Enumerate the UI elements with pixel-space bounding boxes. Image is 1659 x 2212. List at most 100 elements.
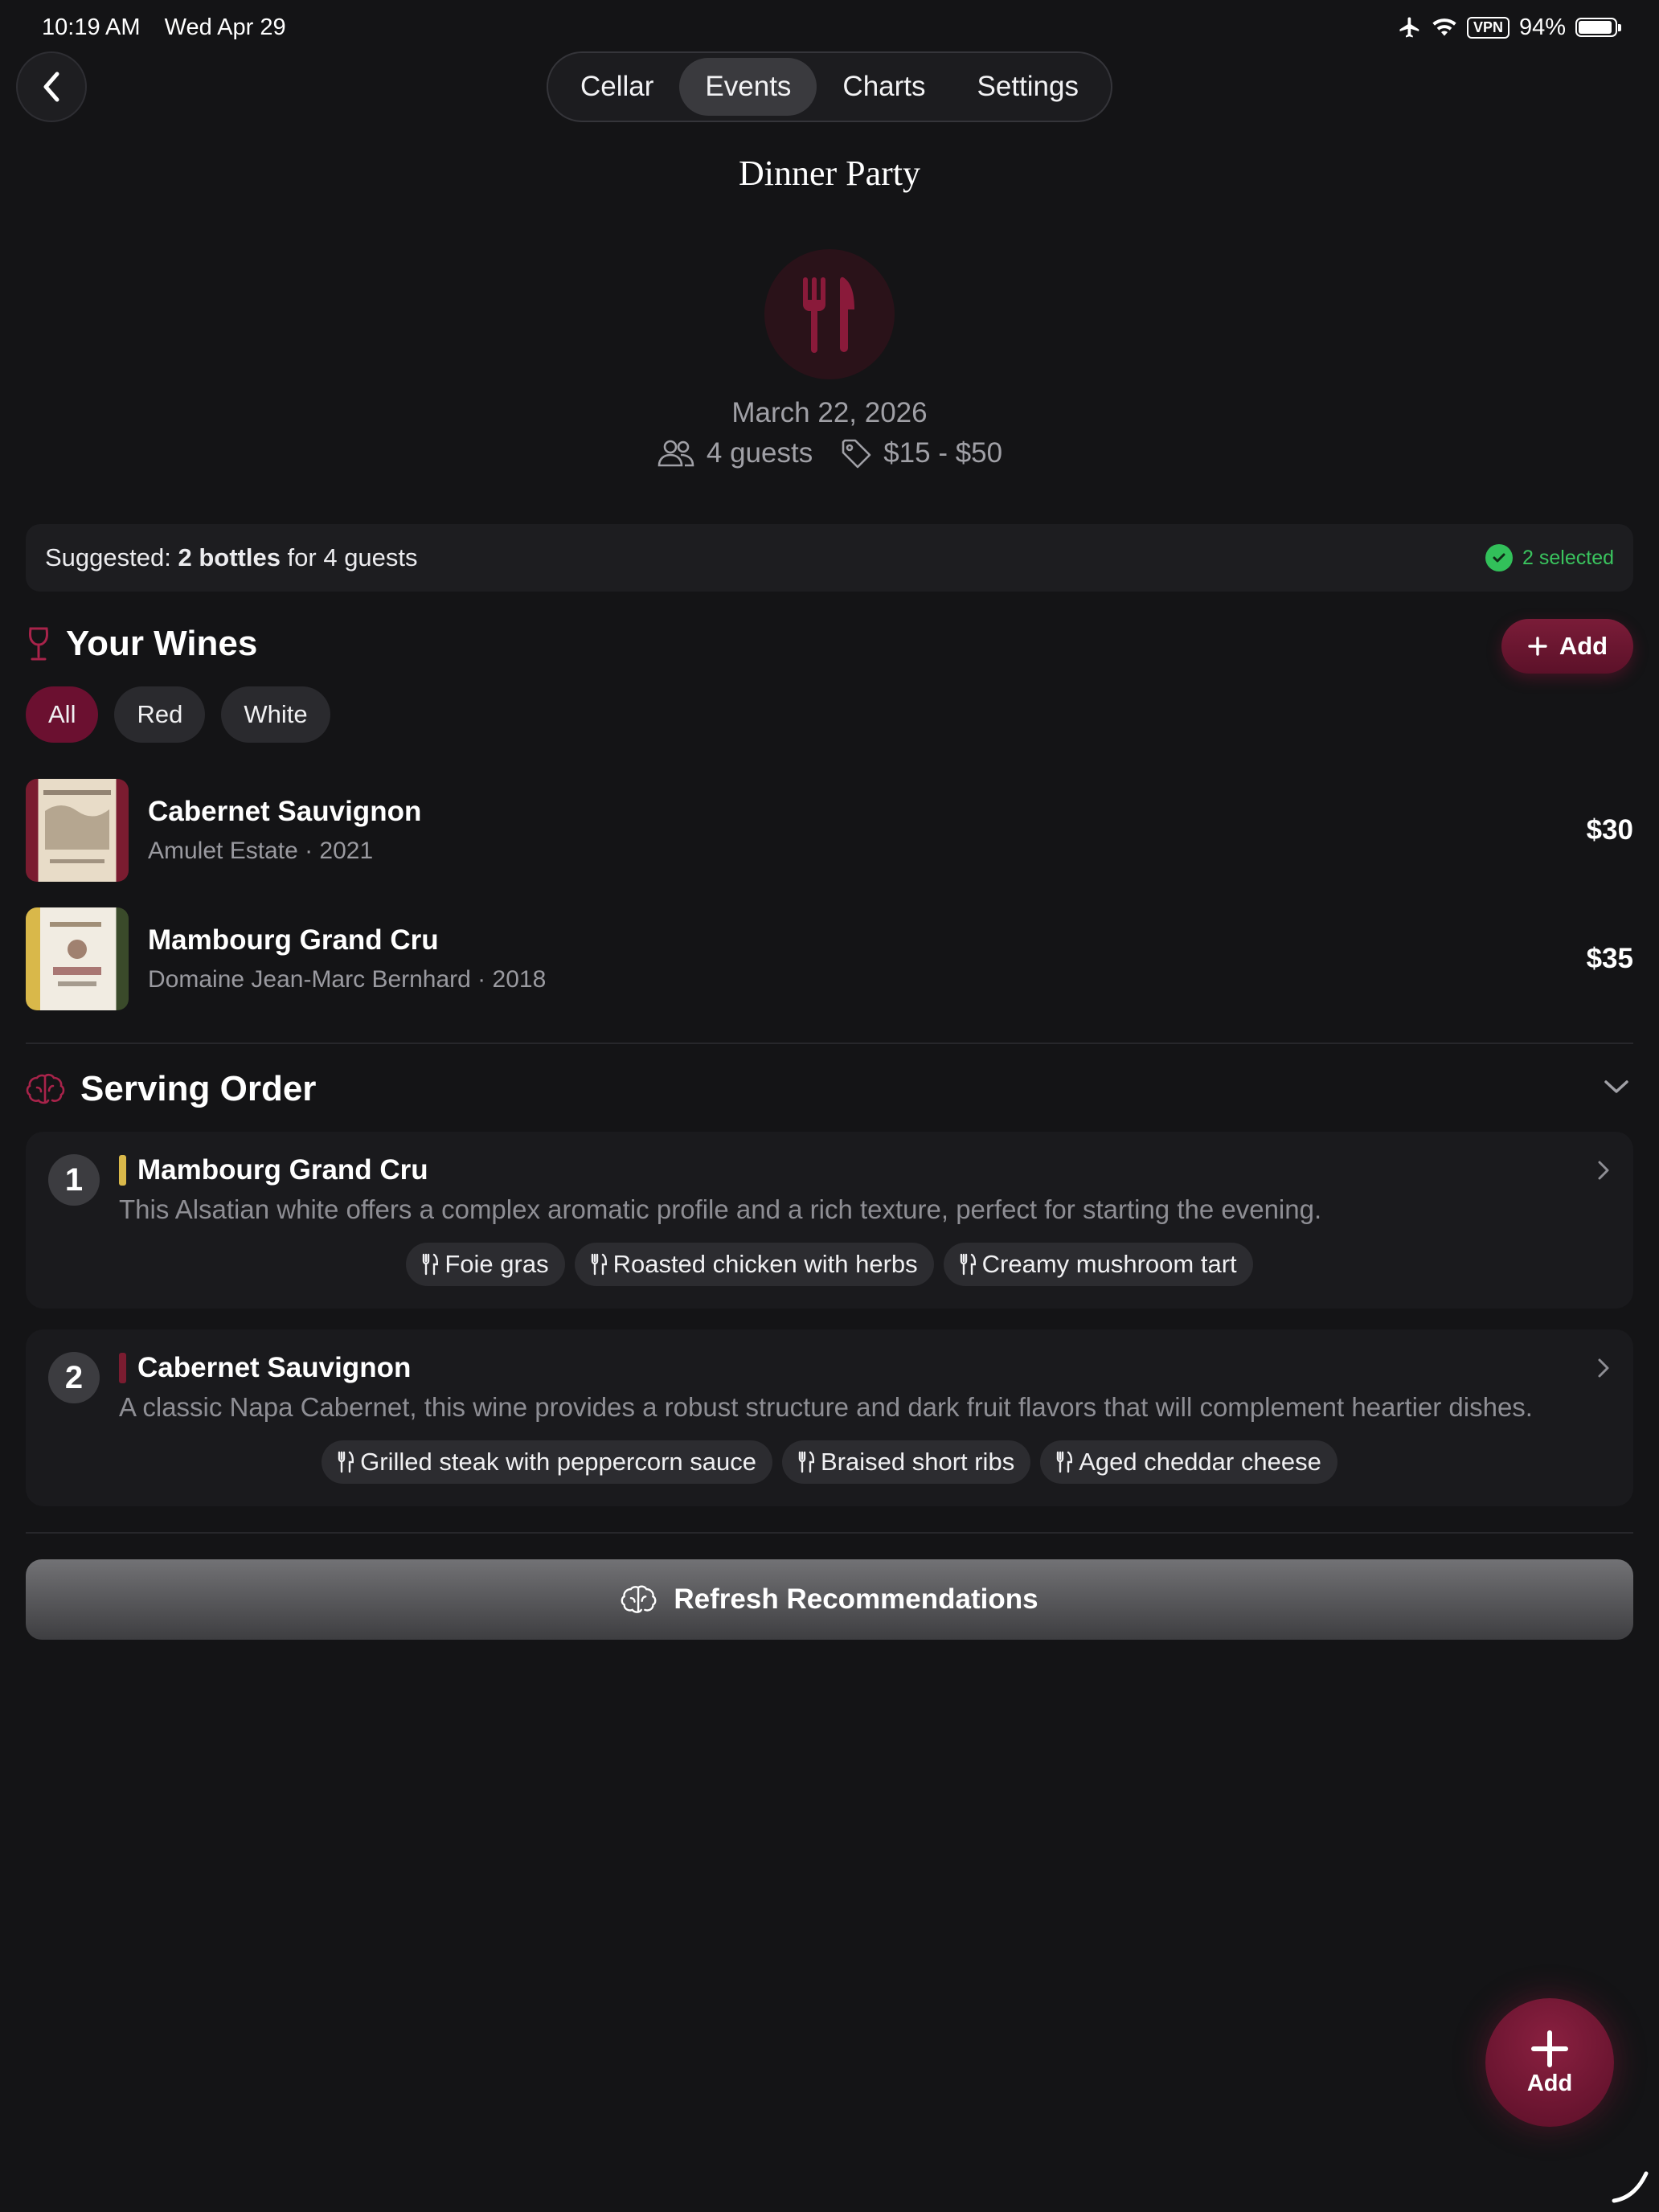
status-right: VPN 94%: [1398, 14, 1621, 41]
order-header: Mambourg Grand Cru: [119, 1154, 428, 1186]
section-divider: [26, 1532, 1633, 1534]
wine-info: Mambourg Grand Cru Domaine Jean-Marc Ber…: [148, 924, 1587, 993]
pairing-label: Aged cheddar cheese: [1079, 1448, 1321, 1476]
floating-add-button[interactable]: Add: [1485, 1998, 1614, 2127]
wine-price: $30: [1586, 814, 1633, 846]
tab-settings[interactable]: Settings: [952, 58, 1104, 116]
serving-order-header[interactable]: Serving Order: [26, 1069, 316, 1109]
pairing-chip: Creamy mushroom tart: [943, 1243, 1253, 1286]
wine-glass-icon: [29, 627, 48, 661]
suggestion-suffix: for 4 guests: [280, 543, 418, 571]
wine-bottle-image: [26, 907, 129, 1010]
chevron-right-icon: [1598, 1161, 1609, 1180]
pairing-label: Foie gras: [444, 1250, 549, 1278]
vpn-badge: VPN: [1466, 16, 1509, 39]
suggestion-bar: Suggested: 2 bottles for 4 guests 2 sele…: [26, 524, 1633, 592]
event-title: Dinner Party: [738, 154, 921, 193]
brain-icon: [26, 1073, 65, 1104]
event-icon-badge: [764, 249, 895, 379]
chevron-left-icon: [43, 72, 59, 102]
tab-events[interactable]: Events: [679, 58, 817, 116]
people-icon: [657, 440, 694, 467]
pairing-chip: Foie gras: [406, 1243, 565, 1286]
suggestion-text: Suggested: 2 bottles for 4 guests: [45, 543, 418, 572]
wifi-icon: [1432, 18, 1456, 36]
pairing-chip: Braised short ribs: [781, 1440, 1031, 1484]
back-button[interactable]: [16, 51, 87, 122]
price-range: $15 - $50: [883, 437, 1003, 469]
order-wine-name: Cabernet Sauvignon: [137, 1352, 412, 1383]
order-wine-name: Mambourg Grand Cru: [137, 1154, 428, 1186]
fork-knife-icon: [423, 1253, 439, 1276]
fork-knife-icon: [803, 276, 854, 353]
pairing-chip: Roasted chicken with herbs: [574, 1243, 934, 1286]
fork-knife-icon: [798, 1451, 814, 1473]
pairing-label: Braised short ribs: [820, 1448, 1015, 1476]
status-time: 10:19 AM: [42, 14, 141, 40]
order-header: Cabernet Sauvignon: [119, 1352, 411, 1384]
wine-row-mambourg[interactable]: Mambourg Grand Cru Domaine Jean-Marc Ber…: [26, 907, 1633, 1010]
wine-color-indicator: [119, 1155, 126, 1186]
price-tag-icon: [842, 439, 871, 469]
status-left: 10:19 AM Wed Apr 29: [42, 14, 304, 41]
pairing-chip: Aged cheddar cheese: [1040, 1440, 1337, 1484]
your-wines-header: Your Wines: [26, 624, 257, 664]
section-divider: [26, 1043, 1633, 1044]
chevron-right-icon: [1598, 1358, 1609, 1378]
tab-charts[interactable]: Charts: [817, 58, 951, 116]
wine-name: Cabernet Sauvignon: [148, 796, 422, 827]
serving-order-title: Serving Order: [80, 1069, 317, 1108]
fab-label: Add: [1526, 2070, 1573, 2096]
wine-subtitle: Domaine Jean-Marc Bernhard · 2018: [148, 966, 547, 993]
add-wine-button[interactable]: Add: [1501, 619, 1633, 674]
order-description: A classic Napa Cabernet, this wine provi…: [119, 1392, 1533, 1422]
selected-status: 2 selected: [1485, 544, 1614, 571]
wine-filter-chips: All Red White: [26, 686, 330, 743]
brain-icon: [621, 1585, 657, 1613]
checkmark-icon: [1485, 544, 1514, 571]
plus-icon: [1528, 637, 1547, 656]
order-number: 1: [48, 1154, 100, 1206]
food-pairings: Foie gras Roasted chicken with herbs Cre…: [26, 1243, 1633, 1286]
order-description: This Alsatian white offers a complex aro…: [119, 1194, 1322, 1224]
wine-name: Mambourg Grand Cru: [148, 924, 439, 956]
refresh-recommendations-button[interactable]: Refresh Recommendations: [26, 1559, 1633, 1640]
pairing-chip: Grilled steak with peppercorn sauce: [322, 1440, 772, 1484]
plus-icon: [1531, 2030, 1568, 2067]
battery-level: [1579, 21, 1612, 34]
wine-info: Cabernet Sauvignon Amulet Estate · 2021: [148, 796, 1587, 865]
price-info: $15 - $50: [840, 437, 1002, 469]
filter-red[interactable]: Red: [114, 686, 206, 743]
main-tab-bar: Cellar Events Charts Settings: [547, 51, 1112, 122]
event-date: March 22, 2026: [731, 397, 928, 428]
wine-bottle-image: [26, 779, 129, 882]
guests-count: 4 guests: [706, 437, 813, 469]
wine-subtitle: Amulet Estate · 2021: [148, 838, 374, 864]
suggestion-prefix: Suggested:: [45, 543, 178, 571]
pairing-label: Creamy mushroom tart: [981, 1250, 1237, 1278]
selected-count: 2 selected: [1522, 546, 1614, 569]
home-indicator: [1612, 2171, 1649, 2203]
fork-knife-icon: [338, 1451, 354, 1473]
fork-knife-icon: [591, 1253, 607, 1276]
battery-percent: 94%: [1518, 14, 1566, 40]
chevron-down-icon[interactable]: [1603, 1077, 1630, 1096]
wine-color-indicator: [119, 1353, 126, 1383]
guests-info: 4 guests: [657, 437, 813, 469]
event-meta: 4 guests $15 - $50: [0, 437, 1659, 469]
serving-order-card[interactable]: 2 Cabernet Sauvignon A classic Napa Cabe…: [26, 1329, 1633, 1506]
airplane-icon: [1399, 17, 1419, 38]
serving-order-card[interactable]: 1 Mambourg Grand Cru This Alsatian white…: [26, 1132, 1633, 1309]
order-number: 2: [48, 1352, 100, 1403]
fork-knife-icon: [960, 1253, 976, 1276]
status-bar: 10:19 AM Wed Apr 29 VPN 94%: [42, 11, 1621, 43]
pairing-label: Roasted chicken with herbs: [612, 1250, 918, 1278]
tab-cellar[interactable]: Cellar: [555, 58, 679, 116]
wine-row-cabernet[interactable]: Cabernet Sauvignon Amulet Estate · 2021 …: [26, 779, 1633, 882]
filter-all[interactable]: All: [26, 686, 99, 743]
filter-white[interactable]: White: [221, 686, 330, 743]
wine-price: $35: [1586, 943, 1633, 974]
fork-knife-icon: [1057, 1451, 1073, 1473]
your-wines-title: Your Wines: [66, 624, 258, 663]
battery-icon: [1575, 18, 1621, 37]
